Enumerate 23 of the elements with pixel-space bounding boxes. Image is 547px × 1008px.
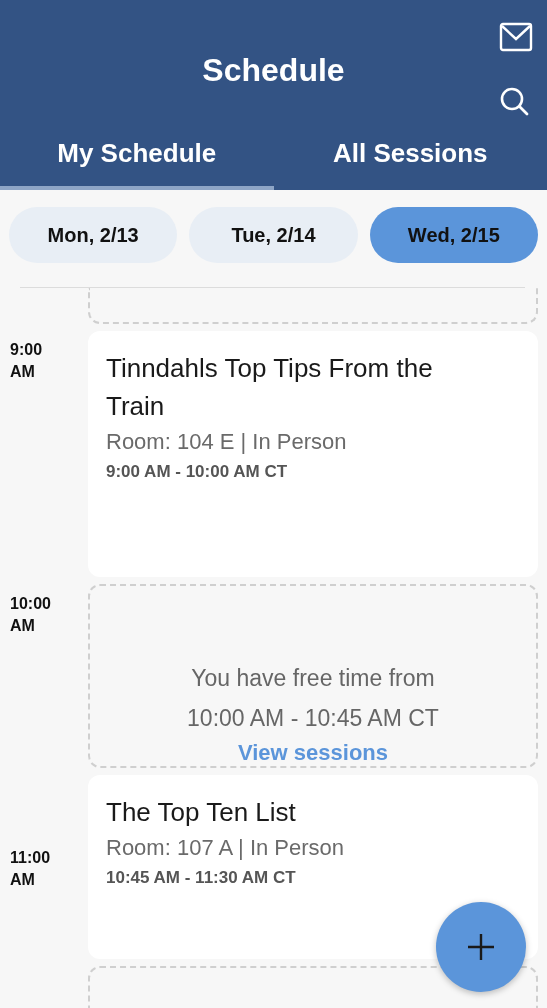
header-title: Schedule <box>202 51 345 89</box>
add-button[interactable] <box>436 902 526 992</box>
search-icon[interactable] <box>499 85 529 116</box>
session-room: Room: 104 E | In Person <box>106 428 348 456</box>
session-card[interactable]: Tinndahls Top Tips From the Train Room: 104 E | In Person 9:00 AM - 10:00 AM CT <box>88 331 538 577</box>
free-time-text: You have free time from <box>191 664 435 693</box>
plus-icon <box>467 933 495 961</box>
hour-label: 9:00 AM <box>10 340 44 382</box>
free-time-range: 10:00 AM - 10:45 AM CT <box>187 704 439 733</box>
day-chip[interactable]: Tue, 2/14 <box>189 207 358 263</box>
hour-label: 11:00 AM <box>10 848 52 890</box>
mail-icon[interactable] <box>499 21 533 52</box>
session-room: Room: 107 A | In Person <box>106 834 346 862</box>
session-time: 9:00 AM - 10:00 AM CT <box>106 461 289 483</box>
session-time: 10:45 AM - 11:30 AM CT <box>106 867 297 889</box>
session-card[interactable]: The Top Ten List Room: 107 A | In Person 10:45 AM - 11:30 AM CT <box>88 775 538 959</box>
hour-label: 10:00 AM <box>10 594 52 636</box>
tab[interactable]: All Sessions <box>273 125 547 190</box>
day-chip[interactable]: Mon, 2/13 <box>9 207 178 263</box>
session-title: The Top Ten List <box>106 796 297 829</box>
session-title: Tinndahls Top Tips From the Train <box>106 352 434 423</box>
day-chip[interactable]: Wed, 2/15 <box>369 207 538 263</box>
tab[interactable]: My Schedule <box>0 125 274 190</box>
